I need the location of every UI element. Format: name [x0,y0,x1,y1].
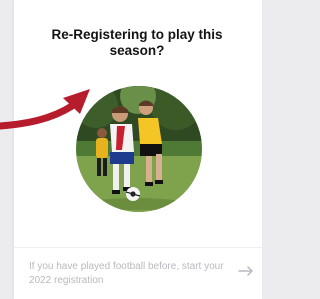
dialog-title: Re-Registering to play this season? [51,27,223,58]
start-registration-text: If you have played football before, star… [29,261,224,286]
arrow-right-icon [238,266,253,276]
players-photo [76,86,202,212]
start-registration-link[interactable]: If you have played football before, star… [14,248,262,299]
